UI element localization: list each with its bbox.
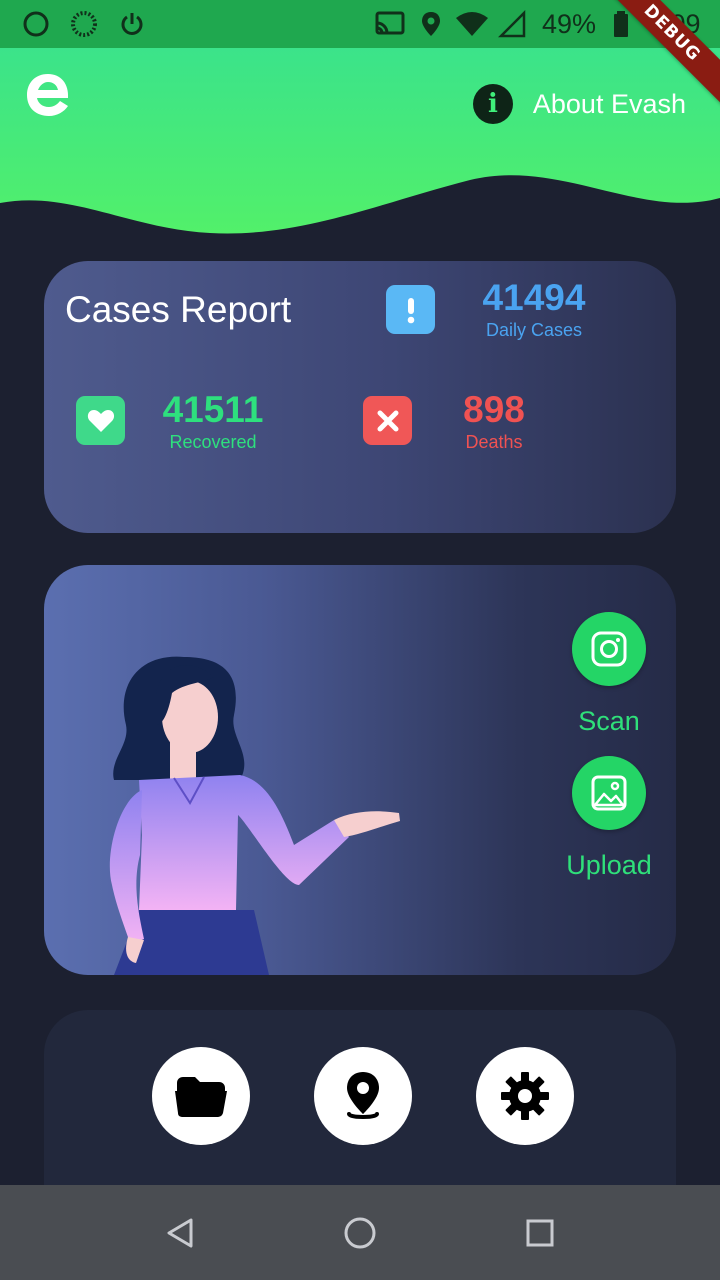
gear-icon (501, 1072, 549, 1120)
report-title: Cases Report (65, 289, 292, 330)
signal-icon (498, 10, 526, 38)
folder-icon (175, 1077, 227, 1117)
illustration-card: Scan Upload (44, 565, 676, 975)
recovered-value: 41511 (162, 389, 264, 430)
back-icon[interactable] (160, 1213, 200, 1253)
recovered-label: Recovered (169, 432, 257, 452)
scan-label[interactable]: Scan (554, 706, 664, 737)
daily-cases-label: Daily Cases (485, 320, 583, 340)
heart-icon (76, 396, 125, 445)
map-pin-icon (347, 1072, 379, 1119)
camera-icon (591, 631, 627, 667)
power-icon (118, 10, 146, 38)
wifi-icon (454, 10, 490, 38)
settings-button[interactable] (476, 1047, 574, 1145)
cases-report-card: Cases Report 41494 Daily Cases 41511 Rec… (44, 261, 676, 533)
status-bar: 49% 6:09 (0, 0, 720, 48)
battery-icon (612, 10, 630, 38)
deaths-value: 898 (463, 389, 525, 430)
header-wave (0, 48, 720, 234)
circle-icon (22, 10, 50, 38)
folder-button[interactable] (152, 1047, 250, 1145)
info-icon: i (472, 84, 513, 124)
exclamation-icon (386, 285, 435, 334)
location-button[interactable] (314, 1047, 412, 1145)
woman-illustration (109, 656, 400, 975)
daily-cases-value: 41494 (482, 277, 586, 318)
upload-label[interactable]: Upload (554, 850, 664, 881)
image-icon (591, 775, 627, 811)
recents-icon[interactable] (520, 1213, 560, 1253)
about-label: About Evash (532, 88, 686, 119)
close-icon (363, 396, 412, 445)
scan-button[interactable] (572, 612, 646, 686)
about-button[interactable]: i About Evash (472, 82, 686, 126)
cast-icon (374, 10, 406, 38)
system-navigation-bar (0, 1185, 720, 1280)
location-icon (420, 10, 442, 38)
screen: 49% 6:09 i About Evash DEBUG Cases Repor… (0, 0, 720, 1280)
deaths-label: Deaths (465, 432, 523, 452)
home-icon[interactable] (340, 1213, 380, 1253)
battery-percent: 49% (542, 8, 597, 39)
dotted-circle-icon (70, 10, 98, 38)
upload-button[interactable] (572, 756, 646, 830)
evash-logo-icon (24, 70, 72, 120)
